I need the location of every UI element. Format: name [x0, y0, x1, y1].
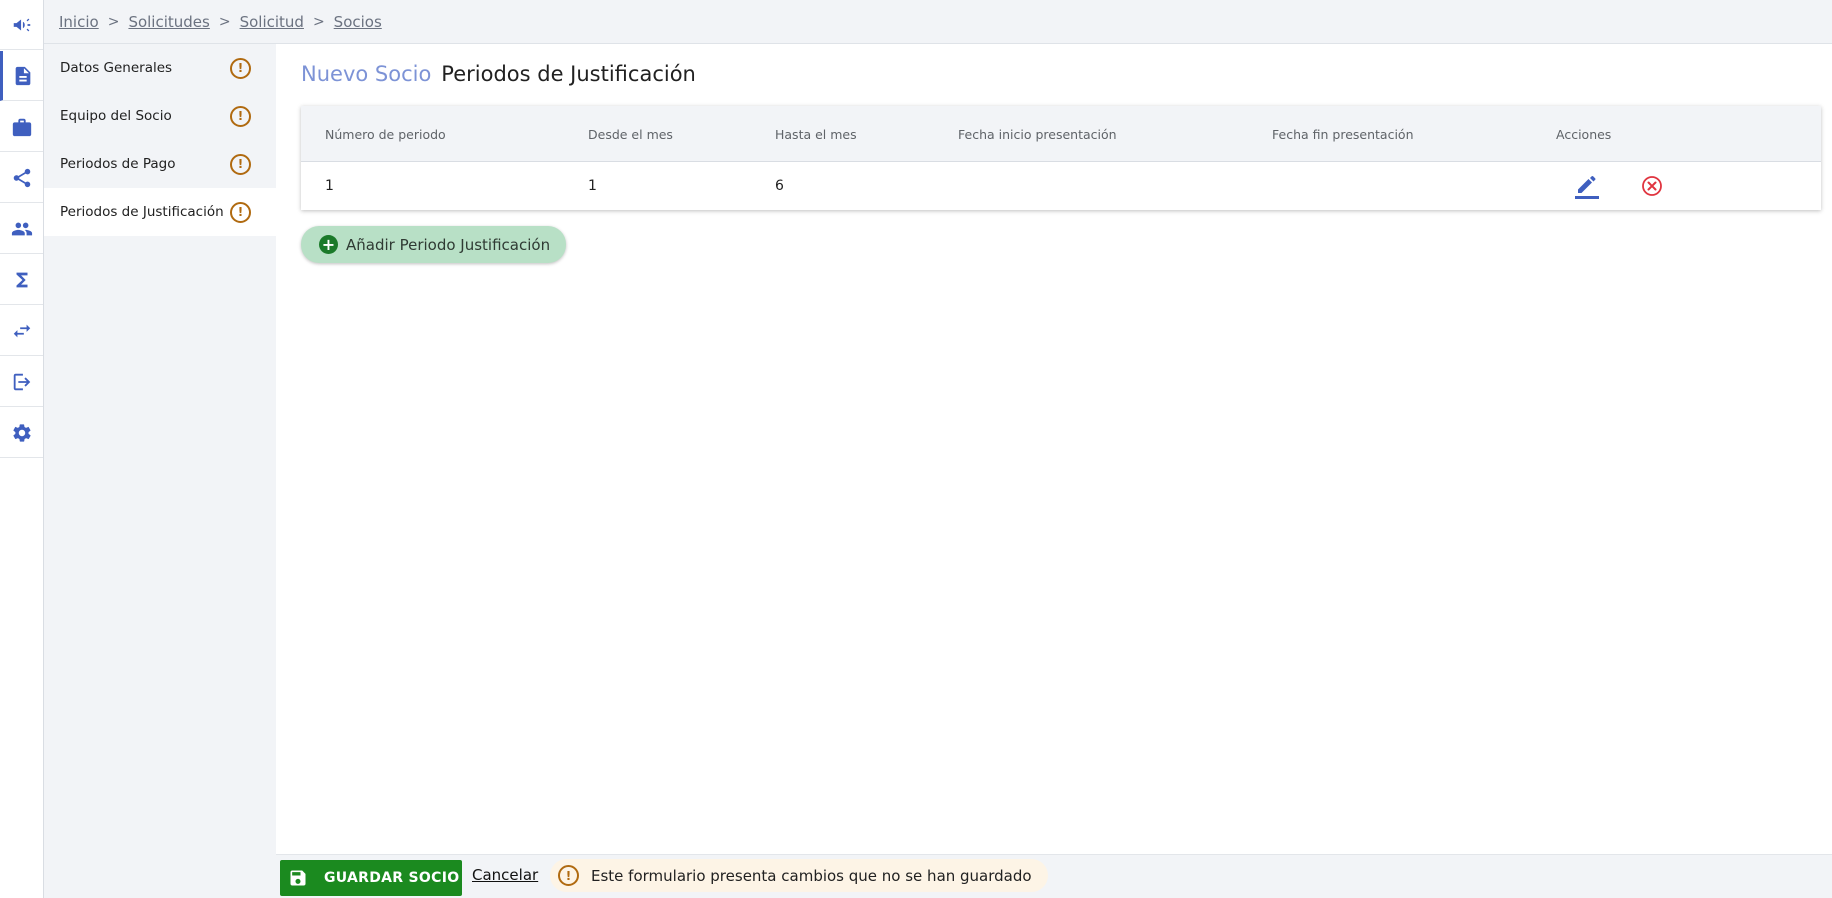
breadcrumb-socios[interactable]: Socios	[334, 13, 382, 31]
warning-icon: !	[230, 105, 251, 127]
add-period-button[interactable]: + Añadir Periodo Justificación	[301, 226, 567, 263]
rail-item-transfers[interactable]	[0, 306, 43, 356]
share-icon	[13, 168, 30, 187]
section-item-label: Datos Generales	[60, 60, 173, 76]
rail-item-logout[interactable]	[0, 357, 43, 407]
breadcrumb-separator: >	[218, 13, 231, 30]
section-item-equipo-del-socio[interactable]: Equipo del Socio !	[44, 92, 276, 140]
section-item-periodos-de-justificacion[interactable]: Periodos de Justificación !	[44, 188, 276, 236]
rail-item-settings[interactable]	[0, 408, 43, 458]
section-item-label: Periodos de Pago	[60, 156, 176, 172]
column-header-hasta[interactable]: Hasta el mes	[775, 106, 857, 162]
briefcase-icon	[12, 118, 31, 136]
unsaved-changes-banner: ! Este formulario presenta cambios que n…	[550, 859, 1048, 892]
gear-icon	[12, 423, 31, 442]
breadcrumb-solicitudes[interactable]: Solicitudes	[128, 13, 209, 31]
logout-icon	[13, 373, 30, 390]
save-button[interactable]: GUARDAR SOCIO	[280, 860, 462, 896]
cell-numero: 1	[325, 178, 334, 194]
cell-hasta: 6	[775, 178, 784, 194]
section-item-label: Periodos de Justificación	[60, 204, 224, 220]
edit-icon	[1575, 176, 1599, 199]
cell-desde: 1	[588, 178, 597, 194]
column-header-acciones: Acciones	[1556, 126, 1612, 142]
table-row: 1 1 6	[301, 162, 1821, 210]
section-item-datos-generales[interactable]: Datos Generales !	[44, 44, 276, 92]
form-footer: GUARDAR SOCIO Cancelar ! Este formulario…	[276, 854, 1832, 898]
delete-icon	[1642, 176, 1662, 196]
breadcrumb-inicio[interactable]: Inicio	[59, 13, 99, 31]
edit-button[interactable]	[1571, 170, 1603, 202]
page-title-main: Periodos de Justificación	[441, 62, 696, 86]
main-content: Nuevo Socio Periodos de Justificación Nú…	[276, 44, 1832, 854]
rail-item-people[interactable]	[0, 204, 43, 254]
unsaved-changes-message: Este formulario presenta cambios que no …	[591, 866, 1032, 885]
sigma-icon	[16, 272, 27, 287]
table-header: Número de periodo Desde el mes Hasta el …	[301, 106, 1821, 162]
megaphone-icon	[13, 18, 30, 31]
section-item-label: Equipo del Socio	[60, 108, 172, 124]
page-title: Nuevo Socio Periodos de Justificación	[301, 62, 696, 86]
people-icon	[11, 222, 32, 235]
save-icon	[290, 870, 306, 886]
periods-table: Número de periodo Desde el mes Hasta el …	[301, 106, 1821, 210]
rail-item-documents[interactable]	[0, 51, 43, 101]
breadcrumb: Inicio > Solicitudes > Solicitud > Socio…	[44, 0, 1832, 44]
delete-button[interactable]	[1636, 170, 1668, 202]
icon-rail	[0, 0, 44, 898]
section-item-periodos-de-pago[interactable]: Periodos de Pago !	[44, 140, 276, 188]
section-nav: Datos Generales ! Equipo del Socio ! Per…	[44, 44, 276, 898]
rail-item-summary[interactable]	[0, 255, 43, 305]
column-header-numero[interactable]: Número de periodo	[325, 106, 446, 162]
swap-arrows-icon	[13, 324, 30, 337]
rail-item-announcements[interactable]	[0, 0, 43, 50]
warning-icon: !	[558, 865, 579, 886]
plus-circle-icon: +	[319, 235, 338, 254]
column-header-desde[interactable]: Desde el mes	[588, 106, 673, 162]
breadcrumb-solicitud[interactable]: Solicitud	[240, 13, 304, 31]
save-button-label: GUARDAR SOCIO	[324, 870, 460, 886]
rail-item-projects[interactable]	[0, 102, 43, 152]
column-header-fecha-fin[interactable]: Fecha fin presentación	[1272, 106, 1414, 162]
cancel-link[interactable]: Cancelar	[472, 866, 538, 884]
warning-icon: !	[230, 201, 251, 223]
rail-item-share[interactable]	[0, 153, 43, 203]
add-period-label: Añadir Periodo Justificación	[346, 235, 551, 254]
warning-icon: !	[230, 57, 251, 79]
breadcrumb-separator: >	[312, 13, 325, 30]
breadcrumb-separator: >	[107, 13, 120, 30]
column-header-fecha-inicio[interactable]: Fecha inicio presentación	[958, 106, 1117, 162]
page-title-prefix: Nuevo Socio	[301, 62, 432, 86]
document-icon	[15, 66, 31, 85]
warning-icon: !	[230, 153, 251, 175]
